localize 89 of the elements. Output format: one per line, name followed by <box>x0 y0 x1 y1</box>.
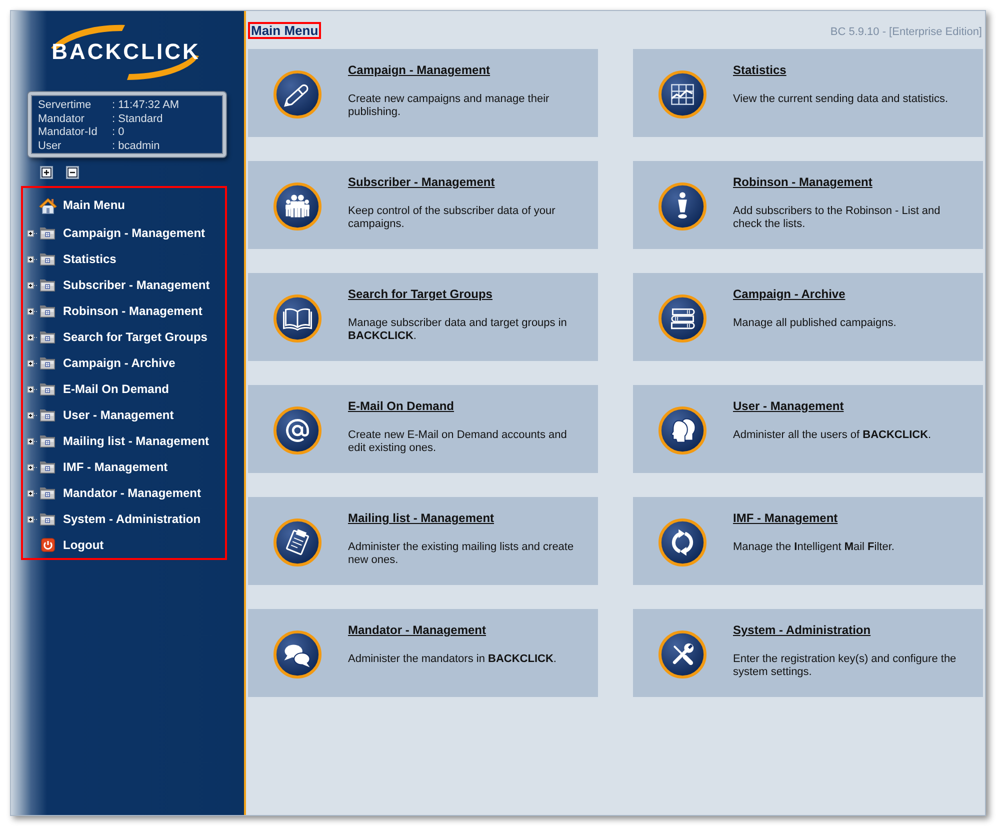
info-value: : 11:47:32 AM <box>112 99 180 112</box>
at-sign-icon <box>273 406 322 455</box>
pen-icon <box>273 70 322 119</box>
nav-link[interactable]: Search for Target Groups <box>39 330 208 344</box>
card-title-link[interactable]: Robinson - Management <box>733 175 872 189</box>
card-description: Keep control of the subscriber data of your campaigns. <box>348 205 556 231</box>
info-label: Servertime <box>38 99 92 112</box>
folder-icon <box>39 252 56 266</box>
house-icon <box>39 196 57 214</box>
plus-icon[interactable] <box>27 412 38 418</box>
folder-icon <box>39 278 56 292</box>
plus-icon[interactable] <box>27 438 38 444</box>
nav-link[interactable]: IMF - Management <box>39 460 168 474</box>
card-description: Manage all published campaigns. <box>733 317 896 330</box>
card-title-link[interactable]: Campaign - Management <box>348 63 490 77</box>
folder-icon <box>39 460 56 474</box>
folder-icon <box>39 512 56 526</box>
speech-bubbles-icon <box>273 630 322 679</box>
card-description: Manage subscriber data and target groups in BACKCLICK. <box>348 317 568 343</box>
card-title-link[interactable]: Statistics <box>733 63 786 77</box>
plus-icon[interactable] <box>27 282 38 288</box>
book-icon <box>273 294 322 343</box>
folder-icon <box>39 408 56 422</box>
nav-link[interactable]: Mailing list - Management <box>39 434 210 448</box>
card-description: Administer the existing mailing lists and create new ones. <box>348 541 575 567</box>
nav-link[interactable]: Statistics <box>39 252 116 266</box>
version-label: BC 5.9.10 - [Enterprise Edition] <box>830 26 982 38</box>
card-title-link[interactable]: Subscriber - Management <box>348 175 495 189</box>
card-title-link[interactable]: Mandator - Management <box>348 623 486 637</box>
plus-icon[interactable] <box>27 386 38 392</box>
card-title-link[interactable]: Campaign - Archive <box>733 287 846 301</box>
refresh-icon <box>658 518 707 567</box>
plus-icon[interactable] <box>27 490 38 496</box>
nav-link[interactable]: Campaign - Archive <box>39 356 176 370</box>
info-value: : bcadmin <box>112 140 160 153</box>
info-label: User <box>38 140 62 153</box>
nav-link[interactable]: Campaign - Management <box>39 226 206 240</box>
power-icon <box>41 538 55 552</box>
card-description: View the current sending data and statistics. <box>733 93 948 106</box>
folder-icon <box>39 356 56 370</box>
plus-icon[interactable] <box>27 464 38 470</box>
card-title-link[interactable]: E-Mail On Demand <box>348 399 454 413</box>
page-title: Main Menu <box>248 22 322 39</box>
plus-icon[interactable] <box>27 360 38 366</box>
nav-link[interactable]: Main Menu <box>39 196 125 214</box>
nav-link[interactable]: User - Management <box>39 408 174 422</box>
tools-icon <box>658 630 707 679</box>
card-description: Manage the Intelligent Mail Filter. <box>733 541 894 554</box>
info-label: Mandator <box>38 112 84 126</box>
chart-icon <box>658 70 707 119</box>
card-description: Enter the registration key(s) and configure the system settings. <box>733 653 958 679</box>
plus-icon[interactable] <box>27 230 38 236</box>
logo: BACKCLICK <box>45 23 205 81</box>
folder-icon <box>39 304 56 318</box>
card-description: Create new campaigns and manage their publishing. <box>348 93 550 119</box>
card-title-link[interactable]: System - Administration <box>733 623 871 637</box>
nav-link[interactable]: E-Mail On Demand <box>39 382 170 396</box>
folder-icon <box>39 486 56 500</box>
nav-link[interactable]: Robinson - Management <box>39 304 202 318</box>
info-label: Mandator-Id <box>38 126 98 140</box>
card-description: Create new E-Mail on Demand accounts and edit existing ones. <box>348 429 568 455</box>
people-icon <box>273 182 322 231</box>
nav-link[interactable]: Subscriber - Management <box>39 278 210 292</box>
card-description: Administer all the users of BACKCLICK. <box>733 429 932 442</box>
books-stack-icon <box>658 294 707 343</box>
card-title-link[interactable]: User - Management <box>733 399 844 413</box>
clipboard-icon <box>273 518 322 567</box>
folder-icon <box>39 434 56 448</box>
plus-icon[interactable] <box>40 166 53 179</box>
plus-icon[interactable] <box>27 256 38 262</box>
folder-icon <box>39 330 56 344</box>
nav-link[interactable]: Logout <box>39 538 104 552</box>
folder-icon <box>39 226 56 240</box>
plus-icon[interactable] <box>27 334 38 340</box>
plus-icon[interactable] <box>27 308 38 314</box>
two-heads-icon <box>658 406 707 455</box>
info-value: : 0 <box>112 126 124 140</box>
nav-link[interactable]: System - Administration <box>39 512 201 526</box>
minus-icon[interactable] <box>66 166 79 179</box>
card-title-link[interactable]: IMF - Management <box>733 511 838 525</box>
folder-icon <box>39 382 56 396</box>
card-description: Add subscribers to the Robinson - List and check the lists. <box>733 205 942 231</box>
card-description: Administer the mandators in BACKCLICK. <box>348 653 556 666</box>
exclamation-icon <box>658 182 707 231</box>
card-title-link[interactable]: Search for Target Groups <box>348 287 492 301</box>
card-title-link[interactable]: Mailing list - Management <box>348 511 494 525</box>
info-value: : Standard <box>112 112 163 126</box>
nav-link[interactable]: Mandator - Management <box>39 486 202 500</box>
plus-icon[interactable] <box>27 516 38 522</box>
